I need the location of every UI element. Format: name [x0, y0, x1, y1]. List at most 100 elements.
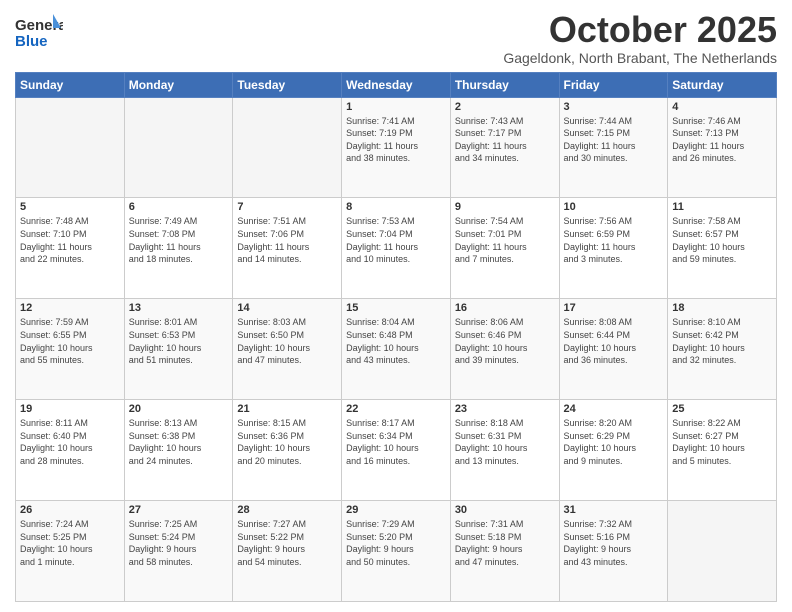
day-number: 2: [455, 101, 555, 113]
day-number: 12: [20, 302, 120, 314]
calendar-table: SundayMondayTuesdayWednesdayThursdayFrid…: [15, 72, 777, 602]
day-number: 26: [20, 504, 120, 516]
day-info: Sunrise: 7:58 AM Sunset: 6:57 PM Dayligh…: [672, 215, 772, 265]
calendar-cell: 14 Sunrise: 8:03 AM Sunset: 6:50 PM Dayli…: [233, 299, 342, 400]
weekday-header-saturday: Saturday: [668, 72, 777, 97]
day-number: 22: [346, 403, 446, 415]
weekday-header-row: SundayMondayTuesdayWednesdayThursdayFrid…: [16, 72, 777, 97]
day-number: 8: [346, 201, 446, 213]
day-info: Sunrise: 7:54 AM Sunset: 7:01 PM Dayligh…: [455, 215, 555, 265]
day-number: 5: [20, 201, 120, 213]
calendar-cell: 12 Sunrise: 7:59 AM Sunset: 6:55 PM Dayli…: [16, 299, 125, 400]
calendar-cell: 16 Sunrise: 8:06 AM Sunset: 6:46 PM Dayli…: [450, 299, 559, 400]
calendar-week-3: 19Sunrise: 8:11 AM Sunset: 6:40 PM Dayli…: [16, 400, 777, 501]
day-info: Sunrise: 8:04 AM Sunset: 6:48 PM Dayligh…: [346, 316, 446, 366]
day-number: 16: [455, 302, 555, 314]
day-number: 6: [129, 201, 229, 213]
day-info: Sunrise: 7:43 AM Sunset: 7:17 PM Dayligh…: [455, 115, 555, 165]
day-info: Sunrise: 7:41 AM Sunset: 7:19 PM Dayligh…: [346, 115, 446, 165]
calendar-cell: 21 Sunrise: 8:15 AM Sunset: 6:36 PM Dayli…: [233, 400, 342, 501]
calendar-week-0: 1 Sunrise: 7:41 AM Sunset: 7:19 PM Daylig…: [16, 97, 777, 198]
calendar-cell: 1 Sunrise: 7:41 AM Sunset: 7:19 PM Daylig…: [342, 97, 451, 198]
calendar-week-2: 12 Sunrise: 7:59 AM Sunset: 6:55 PM Dayli…: [16, 299, 777, 400]
calendar-cell: 11 Sunrise: 7:58 AM Sunset: 6:57 PM Dayli…: [668, 198, 777, 299]
day-info: Sunrise: 8:06 AM Sunset: 6:46 PM Dayligh…: [455, 316, 555, 366]
calendar-cell: 27 Sunrise: 7:25 AM Sunset: 5:24 PM Dayli…: [124, 501, 233, 602]
day-info: Sunrise: 8:13 AM Sunset: 6:38 PM Dayligh…: [129, 417, 229, 467]
day-number: 27: [129, 504, 229, 516]
location-title: Gageldonk, North Brabant, The Netherland…: [503, 50, 777, 66]
day-info: Sunrise: 7:49 AM Sunset: 7:08 PM Dayligh…: [129, 215, 229, 265]
day-number: 20: [129, 403, 229, 415]
calendar-cell: 30 Sunrise: 7:31 AM Sunset: 5:18 PM Dayli…: [450, 501, 559, 602]
day-info: Sunrise: 7:32 AM Sunset: 5:16 PM Dayligh…: [564, 518, 664, 568]
calendar-cell: 28 Sunrise: 7:27 AM Sunset: 5:22 PM Dayli…: [233, 501, 342, 602]
day-number: 30: [455, 504, 555, 516]
day-number: 13: [129, 302, 229, 314]
calendar-cell: [16, 97, 125, 198]
month-title: October 2025: [503, 10, 777, 50]
calendar-cell: [233, 97, 342, 198]
day-number: 11: [672, 201, 772, 213]
calendar-cell: 9 Sunrise: 7:54 AM Sunset: 7:01 PM Daylig…: [450, 198, 559, 299]
day-number: 9: [455, 201, 555, 213]
weekday-header-thursday: Thursday: [450, 72, 559, 97]
day-info: Sunrise: 7:51 AM Sunset: 7:06 PM Dayligh…: [237, 215, 337, 265]
day-info: Sunrise: 8:08 AM Sunset: 6:44 PM Dayligh…: [564, 316, 664, 366]
weekday-header-friday: Friday: [559, 72, 668, 97]
day-info: Sunrise: 7:31 AM Sunset: 5:18 PM Dayligh…: [455, 518, 555, 568]
calendar-cell: 19Sunrise: 8:11 AM Sunset: 6:40 PM Dayli…: [16, 400, 125, 501]
day-number: 18: [672, 302, 772, 314]
day-number: 21: [237, 403, 337, 415]
calendar-cell: 29Sunrise: 7:29 AM Sunset: 5:20 PM Dayli…: [342, 501, 451, 602]
calendar-cell: 25Sunrise: 8:22 AM Sunset: 6:27 PM Dayli…: [668, 400, 777, 501]
calendar-cell: 22Sunrise: 8:17 AM Sunset: 6:34 PM Dayli…: [342, 400, 451, 501]
calendar-cell: [668, 501, 777, 602]
calendar-cell: 23Sunrise: 8:18 AM Sunset: 6:31 PM Dayli…: [450, 400, 559, 501]
logo: General Blue: [15, 10, 63, 54]
calendar-cell: 18Sunrise: 8:10 AM Sunset: 6:42 PM Dayli…: [668, 299, 777, 400]
calendar-cell: 15 Sunrise: 8:04 AM Sunset: 6:48 PM Dayli…: [342, 299, 451, 400]
calendar-week-1: 5 Sunrise: 7:48 AM Sunset: 7:10 PM Daylig…: [16, 198, 777, 299]
day-number: 17: [564, 302, 664, 314]
title-section: October 2025 Gageldonk, North Brabant, T…: [503, 10, 777, 66]
calendar-cell: 24Sunrise: 8:20 AM Sunset: 6:29 PM Dayli…: [559, 400, 668, 501]
calendar-cell: 4 Sunrise: 7:46 AM Sunset: 7:13 PM Daylig…: [668, 97, 777, 198]
weekday-header-sunday: Sunday: [16, 72, 125, 97]
day-info: Sunrise: 7:59 AM Sunset: 6:55 PM Dayligh…: [20, 316, 120, 366]
day-number: 4: [672, 101, 772, 113]
day-info: Sunrise: 7:48 AM Sunset: 7:10 PM Dayligh…: [20, 215, 120, 265]
calendar-cell: 8 Sunrise: 7:53 AM Sunset: 7:04 PM Daylig…: [342, 198, 451, 299]
day-number: 14: [237, 302, 337, 314]
calendar-cell: 20 Sunrise: 8:13 AM Sunset: 6:38 PM Dayli…: [124, 400, 233, 501]
svg-text:Blue: Blue: [15, 33, 48, 50]
calendar-cell: [124, 97, 233, 198]
day-info: Sunrise: 8:03 AM Sunset: 6:50 PM Dayligh…: [237, 316, 337, 366]
header: General Blue October 2025 Gageldonk, Nor…: [15, 10, 777, 66]
day-number: 28: [237, 504, 337, 516]
calendar-cell: 5 Sunrise: 7:48 AM Sunset: 7:10 PM Daylig…: [16, 198, 125, 299]
day-number: 15: [346, 302, 446, 314]
day-number: 19: [20, 403, 120, 415]
day-number: 25: [672, 403, 772, 415]
calendar-cell: 13Sunrise: 8:01 AM Sunset: 6:53 PM Dayli…: [124, 299, 233, 400]
calendar-cell: 7 Sunrise: 7:51 AM Sunset: 7:06 PM Daylig…: [233, 198, 342, 299]
day-info: Sunrise: 7:53 AM Sunset: 7:04 PM Dayligh…: [346, 215, 446, 265]
day-number: 7: [237, 201, 337, 213]
day-info: Sunrise: 7:29 AM Sunset: 5:20 PM Dayligh…: [346, 518, 446, 568]
day-info: Sunrise: 7:27 AM Sunset: 5:22 PM Dayligh…: [237, 518, 337, 568]
calendar-cell: 31Sunrise: 7:32 AM Sunset: 5:16 PM Dayli…: [559, 501, 668, 602]
logo-icon: General Blue: [15, 10, 63, 54]
weekday-header-wednesday: Wednesday: [342, 72, 451, 97]
day-info: Sunrise: 7:56 AM Sunset: 6:59 PM Dayligh…: [564, 215, 664, 265]
calendar-cell: 2 Sunrise: 7:43 AM Sunset: 7:17 PM Daylig…: [450, 97, 559, 198]
day-info: Sunrise: 7:46 AM Sunset: 7:13 PM Dayligh…: [672, 115, 772, 165]
day-info: Sunrise: 7:44 AM Sunset: 7:15 PM Dayligh…: [564, 115, 664, 165]
day-info: Sunrise: 7:25 AM Sunset: 5:24 PM Dayligh…: [129, 518, 229, 568]
weekday-header-tuesday: Tuesday: [233, 72, 342, 97]
day-number: 1: [346, 101, 446, 113]
page: General Blue October 2025 Gageldonk, Nor…: [0, 0, 792, 612]
calendar-cell: 26Sunrise: 7:24 AM Sunset: 5:25 PM Dayli…: [16, 501, 125, 602]
day-number: 3: [564, 101, 664, 113]
day-info: Sunrise: 8:15 AM Sunset: 6:36 PM Dayligh…: [237, 417, 337, 467]
